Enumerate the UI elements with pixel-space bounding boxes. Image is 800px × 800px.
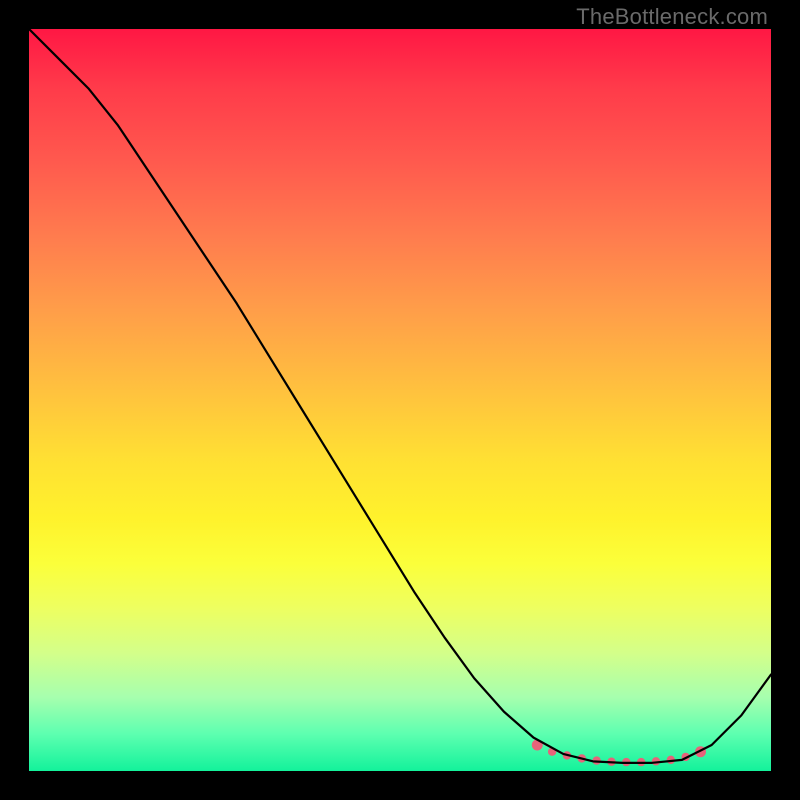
chart-svg: [29, 29, 771, 771]
chart-frame: TheBottleneck.com: [0, 0, 800, 800]
bottleneck-curve: [29, 29, 771, 763]
watermark-text: TheBottleneck.com: [576, 4, 768, 30]
plot-area: [29, 29, 771, 771]
